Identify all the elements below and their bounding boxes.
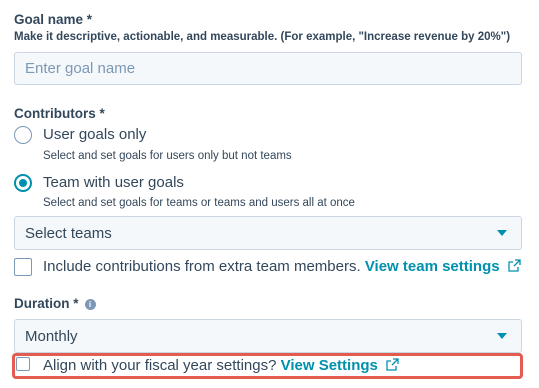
info-icon[interactable]: i (84, 299, 96, 310)
goal-name-input[interactable]: Enter goal name (14, 52, 522, 85)
view-settings-link[interactable]: View Settings (281, 357, 378, 374)
duration-value: Monthly (25, 327, 78, 345)
select-teams-dropdown[interactable]: Select teams (14, 216, 522, 250)
radio-team-with-user-goals-description: Select and set goals for teams or teams … (43, 197, 355, 209)
select-teams-value: Select teams (25, 224, 112, 242)
fiscal-year-checkbox[interactable] (16, 357, 30, 371)
radio-user-goals-only-description: Select and set goals for users only but … (43, 150, 292, 162)
fiscal-year-row: Align with your fiscal year settings? Vi… (43, 357, 399, 375)
fiscal-year-label: Align with your fiscal year settings? (43, 357, 277, 374)
radio-user-goals-only[interactable] (14, 126, 32, 144)
radio-team-with-user-goals-label[interactable]: Team with user goals (43, 174, 184, 191)
chevron-down-icon (497, 230, 507, 236)
view-team-settings-link[interactable]: View team settings (365, 258, 500, 275)
goal-name-helper: Make it descriptive, actionable, and mea… (14, 31, 511, 43)
contributors-label: Contributors * (14, 106, 105, 121)
external-link-icon[interactable] (508, 259, 521, 276)
radio-selected-dot (19, 179, 27, 187)
goal-name-label: Goal name * (14, 12, 93, 27)
extra-members-row: Include contributions from extra team me… (43, 258, 521, 276)
external-link-icon[interactable] (386, 358, 399, 375)
extra-members-checkbox[interactable] (14, 258, 32, 276)
duration-label-row: Duration * i (14, 296, 96, 311)
duration-dropdown[interactable]: Monthly (14, 319, 522, 353)
duration-label: Duration * (14, 296, 79, 311)
extra-members-label: Include contributions from extra team me… (43, 258, 361, 275)
radio-team-with-user-goals[interactable] (14, 174, 32, 192)
radio-user-goals-only-label[interactable]: User goals only (43, 126, 146, 143)
goal-name-placeholder: Enter goal name (25, 60, 136, 77)
chevron-down-icon (497, 333, 507, 339)
